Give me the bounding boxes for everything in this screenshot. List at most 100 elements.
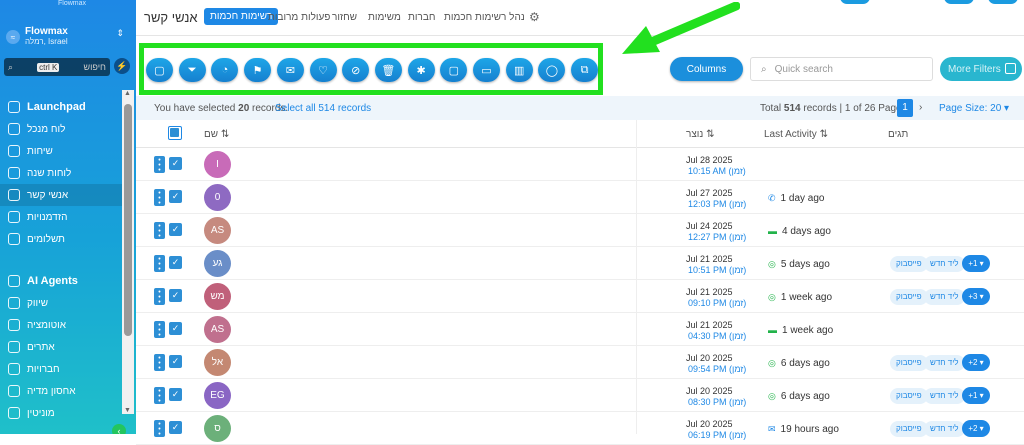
tab-manage-smart-lists[interactable]: נהל רשימות חכמות [444,12,525,23]
quick-search-input[interactable]: ⌕ Quick search [750,57,933,81]
sidebar-scrollbar[interactable]: ▲ ▼ [122,90,134,414]
row-actions-handle-icon[interactable]: • • • [154,255,165,273]
row-checkbox[interactable]: ✓ [169,421,182,434]
tag-chip[interactable]: פייסבוק [890,421,928,437]
tag-chip[interactable]: פייסבוק [890,256,928,272]
column-header-last-activity[interactable]: Last Activity ⇅ [764,129,828,140]
sidebar-item[interactable]: שיחות [0,140,122,162]
more-tags-button[interactable]: +1 ▾ [962,255,990,272]
row-checkbox[interactable]: ✓ [169,256,182,269]
trash-icon[interactable]: 🗑 [374,58,402,82]
avatar[interactable]: 0 [204,184,231,211]
sidebar-item[interactable]: לוחות שנה [0,162,122,184]
flag-icon[interactable]: ⚑ [244,58,272,82]
sidebar-item[interactable]: מוניטין [0,402,122,424]
row-checkbox[interactable]: ✓ [169,388,182,401]
table-row[interactable]: • • • ✓ גע Jul 21 2025 10:51 PM (זמן) ◎ 5 days a… [136,247,1024,280]
tag-chip[interactable]: ליד חדש [924,289,965,305]
select-all-link[interactable]: Select all 514 records [275,103,371,114]
more-tags-button[interactable]: +2 ▾ [962,354,990,371]
sidebar-item[interactable]: אוטומציה [0,314,122,336]
sidebar-item[interactable]: תשלומים [0,228,122,250]
sidebar-item[interactable]: AI Agents [0,270,122,292]
page-size-select[interactable]: Page Size: 20 ▾ [939,103,1009,114]
tag-remove-icon[interactable]: ⊘ [342,58,370,82]
header-action-icon[interactable] [944,0,974,4]
tag-chip[interactable]: ליד חדש [924,421,965,437]
page-number-button[interactable]: 1 [897,99,913,117]
avatar[interactable]: AS [204,316,231,343]
avatar[interactable]: גע [204,250,231,277]
header-action-icon[interactable] [988,0,1018,4]
column-header-tags[interactable]: תגים [888,129,908,140]
row-actions-handle-icon[interactable]: • • • [154,288,165,306]
sidebar-item[interactable]: שיווק [0,292,122,314]
tag-chip[interactable]: פייסבוק [890,355,928,371]
collapse-sidebar-button[interactable]: ‹ [112,424,126,434]
message-icon[interactable]: ▭ [473,58,500,82]
sidebar-item[interactable]: אחסון מדיה [0,380,122,402]
tag-chip[interactable]: פייסבוק [890,289,928,305]
row-actions-handle-icon[interactable]: • • • [154,156,165,174]
tab-companies[interactable]: חברות [408,12,435,23]
row-checkbox[interactable]: ✓ [169,355,182,368]
more-tags-button[interactable]: +1 ▾ [962,387,990,404]
sidebar-search-input[interactable]: ⌕ ctrl K חיפוש [4,58,110,76]
row-checkbox[interactable]: ✓ [169,190,182,203]
avatar[interactable]: אל [204,349,231,376]
row-checkbox[interactable]: ✓ [169,289,182,302]
sidebar-item[interactable]: אנשי קשר [0,184,122,206]
avatar[interactable]: מש [204,283,231,310]
row-actions-handle-icon[interactable]: • • • [154,222,165,240]
scrollbar-thumb[interactable] [124,104,132,336]
tag-add-icon[interactable]: ♡ [309,58,337,82]
sidebar-item[interactable]: לוח מנכל [0,118,122,140]
tag-chip[interactable]: פייסבוק [890,388,928,404]
next-page-icon[interactable]: › [919,102,922,113]
scroll-up-icon[interactable]: ▲ [124,90,131,97]
row-actions-handle-icon[interactable]: • • • [154,387,165,405]
row-actions-handle-icon[interactable]: • • • [154,189,165,207]
more-tags-button[interactable]: +2 ▾ [962,420,990,437]
avatar[interactable]: I [204,151,231,178]
tag-chip[interactable]: ליד חדש [924,355,965,371]
pie-icon[interactable]: ◔ [211,58,239,82]
tab-restore[interactable]: שחזור [332,12,357,23]
avatar[interactable]: EG [204,382,231,409]
table-row[interactable]: • • • ✓ אל Jul 20 2025 09:54 PM (זמן) ◎ 6 days a… [136,346,1024,379]
copy-icon[interactable]: ⧉ [571,58,599,82]
column-header-name[interactable]: שם ⇅ [204,129,229,140]
sidebar-item[interactable]: חברויות [0,358,122,380]
row-checkbox[interactable]: ✓ [169,322,182,335]
table-row[interactable]: • • • ✓ ס Jul 20 2025 06:19 PM (זמן) ✉ 19 hours … [136,412,1024,445]
select-all-checkbox[interactable] [168,126,182,140]
sidebar-item[interactable]: הזדמנויות [0,206,122,228]
whatsapp-icon[interactable]: ◯ [538,58,566,82]
gear-icon[interactable]: ⚙ [529,10,540,24]
tab-tasks[interactable]: משימות [368,12,401,23]
quick-action-icon[interactable]: ⚡ [114,58,130,74]
tag-chip[interactable]: ליד חדש [924,388,965,404]
row-actions-handle-icon[interactable]: • • • [154,354,165,372]
sidebar-item[interactable]: Launchpad [0,96,122,118]
mail-icon[interactable]: ✉ [276,58,304,82]
row-checkbox[interactable]: ✓ [169,157,182,170]
square-icon[interactable]: ▢ [146,58,173,82]
table-row[interactable]: • • • ✓ I Jul 28 2025 10:15 AM (זמן) [136,148,1024,181]
sidebar-item[interactable]: אתרים [0,336,122,358]
avatar[interactable]: ס [204,415,231,442]
table-row[interactable]: • • • ✓ 0 Jul 27 2025 12:03 PM (זמן) ✆ 1 day ago [136,181,1024,214]
table-row[interactable]: • • • ✓ AS Jul 24 2025 12:27 PM (זמן) ▬ 4 days a… [136,214,1024,247]
more-tags-button[interactable]: +3 ▾ [962,288,990,305]
row-checkbox[interactable]: ✓ [169,223,182,236]
columns-button[interactable]: Columns [670,57,743,81]
tag-chip[interactable]: ליד חדש [924,256,965,272]
table-row[interactable]: • • • ✓ AS Jul 21 2025 04:30 PM (זמן) ▬ 1 week a… [136,313,1024,346]
header-action-icon[interactable] [840,0,870,4]
table-row[interactable]: • • • ✓ EG Jul 20 2025 08:30 PM (זמן) ◎ 6 days a… [136,379,1024,412]
scroll-down-icon[interactable]: ▼ [124,407,131,414]
table-row[interactable]: • • • ✓ מש Jul 21 2025 09:10 PM (זמן) ◎ 1 week a… [136,280,1024,313]
filter-icon[interactable]: ⏷ [178,58,206,82]
building-icon[interactable]: ▥ [505,58,533,82]
workspace-switcher[interactable]: ≈ Flowmax רמלה, Israel ⇕ [6,26,128,48]
